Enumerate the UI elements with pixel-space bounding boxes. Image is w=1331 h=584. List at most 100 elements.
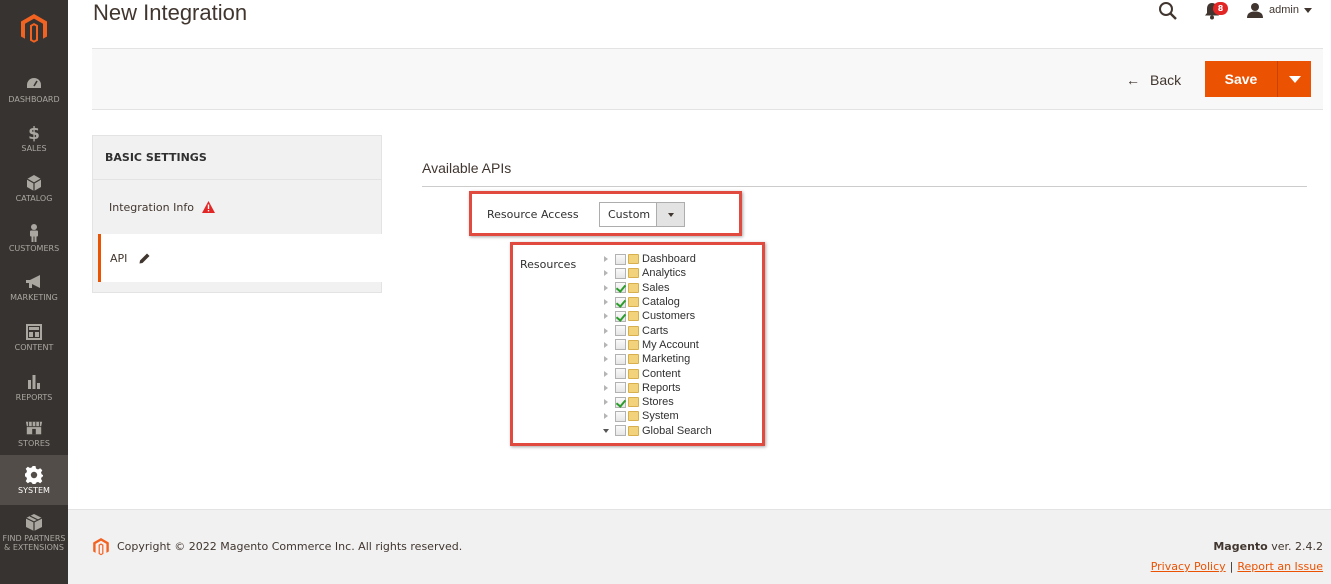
version-text: Magento ver. 2.4.2 bbox=[1213, 540, 1323, 553]
expand-right-icon[interactable] bbox=[600, 341, 612, 348]
megaphone-icon bbox=[25, 273, 43, 291]
gear-icon bbox=[25, 465, 43, 484]
tree-node[interactable]: Dashboard bbox=[600, 252, 760, 266]
resource-checkbox[interactable] bbox=[615, 353, 626, 365]
sidebar-item-find-partners-extensions[interactable]: FIND PARTNERS & EXTENSIONS bbox=[0, 509, 68, 557]
resources-tree: Dashboard Analytics Sales Catalog Customers C… bbox=[600, 252, 760, 438]
resource-name: Analytics bbox=[642, 267, 687, 280]
dollar-icon: $ bbox=[25, 124, 43, 142]
tab-label: Integration Info bbox=[109, 200, 194, 214]
search-icon[interactable] bbox=[1158, 1, 1178, 21]
resource-access-value: Custom bbox=[608, 208, 651, 221]
expand-right-icon[interactable] bbox=[600, 413, 612, 420]
tree-node[interactable]: Analytics bbox=[600, 266, 760, 280]
svg-text:$: $ bbox=[28, 124, 40, 142]
copyright-text: Copyright © 2022 Magento Commerce Inc. A… bbox=[117, 540, 463, 553]
resource-access-select[interactable]: Custom bbox=[599, 202, 685, 227]
resource-checkbox[interactable] bbox=[615, 325, 626, 337]
admin-sidebar: DASHBOARD $ SALES CATALOG CUSTOMERS MARKETING… bbox=[0, 0, 68, 584]
tree-node[interactable]: My Account bbox=[600, 338, 760, 352]
magento-logo[interactable] bbox=[0, 0, 68, 58]
resource-checkbox[interactable] bbox=[615, 310, 626, 322]
sidebar-item-reports[interactable]: REPORTS bbox=[0, 362, 68, 412]
sidebar-item-stores[interactable]: STORES bbox=[0, 411, 68, 455]
resource-checkbox[interactable] bbox=[615, 396, 626, 408]
tree-node[interactable]: Global Search bbox=[600, 424, 760, 438]
tree-node[interactable]: Carts bbox=[600, 323, 760, 337]
tree-node[interactable]: Sales bbox=[600, 281, 760, 295]
resource-checkbox[interactable] bbox=[615, 253, 626, 265]
resource-name: Marketing bbox=[642, 353, 691, 366]
sidebar-item-dashboard[interactable]: DASHBOARD bbox=[0, 64, 68, 114]
sidebar-item-content[interactable]: CONTENT bbox=[0, 312, 68, 362]
resource-name: Customers bbox=[642, 310, 696, 323]
resource-checkbox[interactable] bbox=[615, 296, 626, 308]
expand-right-icon[interactable] bbox=[600, 384, 612, 391]
expand-right-icon[interactable] bbox=[600, 356, 612, 363]
tab-api[interactable]: API bbox=[98, 234, 382, 282]
sidebar-item-label: MARKETING bbox=[10, 292, 58, 302]
sidebar-item-label: CONTENT bbox=[14, 342, 54, 352]
folder-icon bbox=[628, 268, 639, 279]
cube-icon bbox=[25, 174, 43, 192]
admin-user-menu[interactable]: admin bbox=[1247, 0, 1312, 20]
sidebar-item-label: SALES bbox=[21, 143, 47, 153]
expand-down-icon[interactable] bbox=[600, 428, 612, 433]
expand-right-icon[interactable] bbox=[600, 313, 612, 320]
sidebar-item-sales[interactable]: $ SALES bbox=[0, 113, 68, 163]
caret-down-icon bbox=[667, 212, 674, 217]
sidebar-item-catalog[interactable]: CATALOG bbox=[0, 163, 68, 213]
resource-name: Global Search bbox=[642, 424, 712, 437]
folder-icon bbox=[628, 425, 639, 436]
save-button[interactable]: Save bbox=[1205, 61, 1277, 97]
expand-right-icon[interactable] bbox=[600, 399, 612, 406]
tab-integration-info[interactable]: Integration Info bbox=[93, 180, 381, 234]
privacy-policy-link[interactable]: Privacy Policy bbox=[1151, 560, 1226, 573]
report-issue-link[interactable]: Report an Issue bbox=[1237, 560, 1323, 573]
resource-checkbox[interactable] bbox=[615, 425, 626, 437]
resource-checkbox[interactable] bbox=[615, 410, 626, 422]
notification-count-badge[interactable]: 8 bbox=[1213, 2, 1228, 15]
dashboard-icon bbox=[25, 75, 43, 93]
caret-down-icon bbox=[1288, 75, 1301, 83]
tree-node[interactable]: System bbox=[600, 409, 760, 423]
save-options-toggle[interactable] bbox=[1277, 61, 1311, 97]
pencil-icon bbox=[139, 253, 150, 263]
tree-node[interactable]: Customers bbox=[600, 309, 760, 323]
folder-icon bbox=[628, 325, 639, 336]
magento-logo-icon bbox=[21, 14, 47, 43]
tree-node[interactable]: Marketing bbox=[600, 352, 760, 366]
sidebar-item-system[interactable]: SYSTEM bbox=[0, 455, 68, 505]
tabs-title: BASIC SETTINGS bbox=[105, 151, 207, 164]
sidebar-item-marketing[interactable]: MARKETING bbox=[0, 262, 68, 312]
sidebar-item-label: STORES bbox=[18, 438, 50, 448]
expand-right-icon[interactable] bbox=[600, 256, 612, 263]
tree-node[interactable]: Stores bbox=[600, 395, 760, 409]
resource-checkbox[interactable] bbox=[615, 382, 626, 394]
resource-checkbox[interactable] bbox=[615, 368, 626, 380]
tree-node[interactable]: Content bbox=[600, 366, 760, 380]
expand-right-icon[interactable] bbox=[600, 299, 612, 306]
sidebar-item-label: CATALOG bbox=[15, 193, 53, 203]
expand-right-icon[interactable] bbox=[600, 284, 612, 291]
resource-checkbox[interactable] bbox=[615, 267, 626, 279]
resource-checkbox[interactable] bbox=[615, 339, 626, 351]
expand-right-icon[interactable] bbox=[600, 270, 612, 277]
sidebar-item-customers[interactable]: CUSTOMERS bbox=[0, 213, 68, 263]
sidebar-item-label: FIND PARTNERS & EXTENSIONS bbox=[2, 534, 66, 552]
tab-label: API bbox=[110, 251, 128, 265]
back-button[interactable]: ← Back bbox=[1126, 70, 1181, 90]
folder-icon bbox=[628, 282, 639, 293]
divider bbox=[422, 186, 1307, 187]
expand-right-icon[interactable] bbox=[600, 327, 612, 334]
section-title: Available APIs bbox=[422, 160, 512, 176]
magento-footer-logo-icon bbox=[93, 538, 109, 556]
resource-name: My Account bbox=[642, 338, 699, 351]
tree-node[interactable]: Catalog bbox=[600, 295, 760, 309]
resource-checkbox[interactable] bbox=[615, 282, 626, 294]
chevron-down-icon bbox=[1303, 7, 1312, 13]
sidebar-item-label: DASHBOARD bbox=[8, 94, 60, 104]
expand-right-icon[interactable] bbox=[600, 370, 612, 377]
tree-node[interactable]: Reports bbox=[600, 381, 760, 395]
resource-name: Reports bbox=[642, 381, 681, 394]
